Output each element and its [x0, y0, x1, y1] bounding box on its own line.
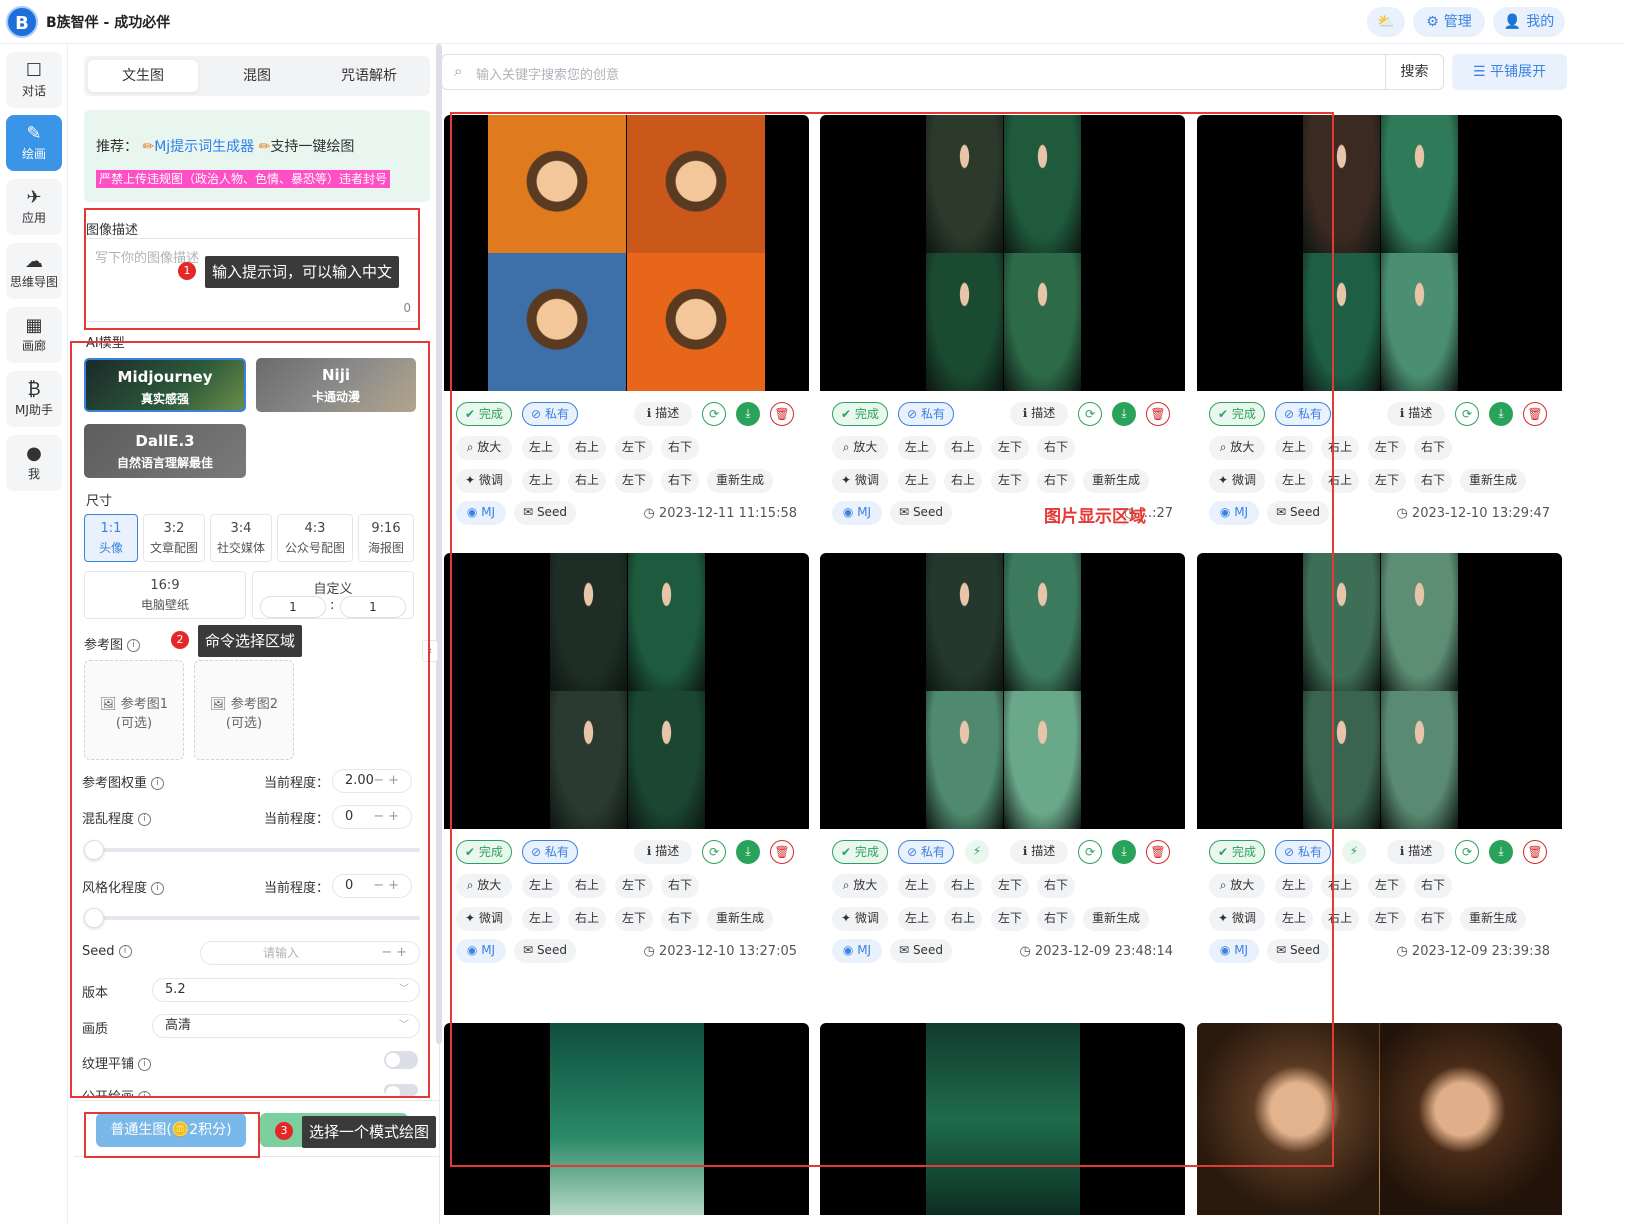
top-bar: B B族智伴 - 成功必伴 ⛅ ⚙ 管理 👤 我的	[0, 0, 1625, 44]
annotation-box-gallery	[450, 112, 1334, 1167]
nav-item-apps[interactable]: ✈ 应用	[6, 179, 62, 235]
search-button[interactable]: 搜索	[1385, 55, 1443, 89]
search-bar[interactable]: ⌕ 输入关键字搜索您的创意 搜索	[441, 54, 1444, 90]
clock-icon: ◷	[1396, 506, 1408, 521]
download-icon[interactable]: ⤓	[1489, 402, 1513, 426]
search-placeholder: 输入关键字搜索您的创意	[476, 68, 620, 83]
gear-icon: ⚙	[1426, 14, 1439, 30]
timestamp: ◷ 2023-12-10 13:29:47	[1396, 506, 1550, 521]
gallery-icon: ▦	[25, 315, 43, 336]
mode-tabs: 文生图 混图 咒语解析	[84, 56, 430, 96]
tab-describe[interactable]: 咒语解析	[314, 60, 424, 92]
image-quadrant	[1381, 553, 1458, 691]
brush-icon: ✎	[26, 123, 42, 144]
info-icon: ℹ	[1399, 406, 1405, 420]
nav-item-me[interactable]: ● 我	[6, 435, 62, 491]
nav-item-chat[interactable]: ☐ 对话	[6, 52, 62, 108]
recommend-line: 推荐： ✏Mj提示词生成器 ✏支持一键绘图	[96, 139, 355, 155]
pencil-icon: ✏	[142, 139, 155, 155]
warning-banner: 严禁上传违规图（政治人物、色情、暴恐等）违者封号	[96, 170, 391, 188]
upscale-bottom-left-button[interactable]: 左下	[1368, 874, 1406, 898]
rocket-icon: ✈	[26, 187, 42, 208]
tab-blend[interactable]: 混图	[202, 60, 312, 92]
delete-icon[interactable]: 🗑	[1523, 840, 1547, 864]
variation-bottom-right-button[interactable]: 右下	[1414, 469, 1452, 493]
annotation-tip-prompt: 输入提示词，可以输入中文	[205, 256, 400, 288]
admin-button[interactable]: ⚙ 管理	[1413, 7, 1485, 37]
nav-item-gallery[interactable]: ▦ 画廊	[6, 307, 62, 363]
variation-bottom-right-button[interactable]: 右下	[1414, 907, 1452, 931]
describe-button[interactable]: ℹ 描述	[1387, 402, 1445, 426]
image-thumbnail	[1380, 1023, 1562, 1215]
nav-item-mj-helper[interactable]: ₿ MJ助手	[6, 371, 62, 427]
regenerate-button[interactable]: 重新生成	[1460, 469, 1526, 493]
person-icon: ●	[26, 443, 42, 464]
pencil-icon: ✏	[258, 139, 271, 155]
logo-icon: B	[6, 6, 38, 38]
mine-button[interactable]: 👤 我的	[1493, 7, 1565, 37]
panel-scrollbar[interactable]	[436, 44, 442, 1044]
timestamp: ◷ 2023-12-09 23:39:38	[1396, 944, 1550, 959]
variation-bottom-left-button[interactable]: 左下	[1368, 469, 1406, 493]
delete-icon[interactable]: 🗑	[1523, 402, 1547, 426]
info-icon: ℹ	[1399, 844, 1405, 858]
prompt-generator-link[interactable]: Mj提示词生成器	[154, 139, 254, 155]
image-quadrant	[1381, 115, 1458, 253]
recommend-box: 推荐： ✏Mj提示词生成器 ✏支持一键绘图 严禁上传违规图（政治人物、色情、暴恐…	[84, 110, 430, 202]
annotation-tip-generate: 选择一个模式绘图	[302, 1116, 437, 1148]
lightning-icon[interactable]: ⚡	[1342, 840, 1366, 864]
divider	[74, 1100, 440, 1101]
bitcoin-icon: ₿	[27, 379, 41, 400]
annotation-badge-1: 1	[178, 262, 196, 280]
weather-icon[interactable]: ⛅	[1367, 7, 1405, 37]
annotation-badge-3: 3	[275, 1122, 293, 1140]
annotation-box-commands	[70, 341, 430, 1098]
describe-button[interactable]: ℹ 描述	[1387, 840, 1445, 864]
annotation-badge-2: 2	[171, 631, 189, 649]
annotation-tip-commands: 命令选择区域	[198, 625, 303, 657]
nav-item-draw[interactable]: ✎ 绘画	[6, 115, 62, 171]
upscale-bottom-right-button[interactable]: 右下	[1414, 436, 1452, 460]
mindmap-icon: ☁	[25, 251, 43, 272]
list-icon: ☰	[1472, 64, 1486, 80]
regenerate-button[interactable]: 重新生成	[1460, 907, 1526, 931]
variation-bottom-left-button[interactable]: 左下	[1368, 907, 1406, 931]
tab-text-to-image[interactable]: 文生图	[88, 60, 198, 92]
nav-item-mindmap[interactable]: ☁ 思维导图	[6, 243, 62, 299]
image-quadrant	[1381, 691, 1458, 829]
user-icon: 👤	[1503, 14, 1522, 30]
left-nav: ☐ 对话 ✎ 绘画 ✈ 应用 ☁ 思维导图 ▦ 画廊 ₿ MJ助手 ● 我	[0, 44, 68, 1224]
refresh-icon[interactable]: ⟳	[1455, 840, 1479, 864]
tile-expand-button[interactable]: ☰ 平铺展开	[1452, 54, 1567, 90]
chat-icon: ☐	[25, 60, 43, 81]
image-quadrant	[1381, 253, 1458, 391]
refresh-icon[interactable]: ⟳	[1455, 402, 1479, 426]
upscale-bottom-left-button[interactable]: 左下	[1368, 436, 1406, 460]
upscale-bottom-right-button[interactable]: 右下	[1414, 874, 1452, 898]
clock-icon: ◷	[1396, 944, 1408, 959]
annotation-gallery-caption: 图片显示区域	[1044, 507, 1146, 527]
annotation-box-generate	[84, 1112, 260, 1158]
download-icon[interactable]: ⤓	[1489, 840, 1513, 864]
app-title: B族智伴 - 成功必伴	[46, 15, 171, 31]
search-icon: ⌕	[454, 62, 463, 80]
